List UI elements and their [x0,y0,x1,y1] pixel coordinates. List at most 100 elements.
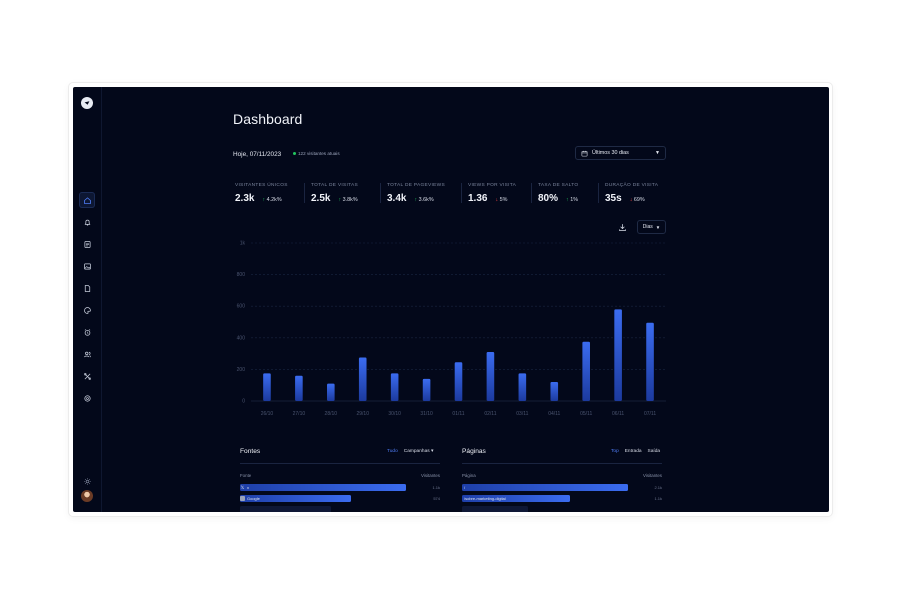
page-value: 2.1k [654,485,662,490]
list-item[interactable]: 𝕏 x 1.1k [240,484,440,491]
logo-icon[interactable] [81,97,93,109]
granularity-select[interactable]: Dias ▼ [637,220,666,234]
stat-card: DURAÇÃO DE VISITA 35s ↓ 69% [605,183,658,207]
sidebar-item-files[interactable] [79,280,95,296]
tab-campanhas[interactable]: Campanhas ▾ [404,449,434,454]
pages-panel: Páginas Top Entrada Saída Página Visitan… [462,445,662,512]
stat-value: 1.36 [468,193,488,204]
x-tick-label: 07/11 [644,411,656,417]
source-label: x [247,485,249,490]
stat-value: 35s [605,193,622,204]
arrow-down-icon: ↓ [629,197,633,203]
chart-bar[interactable] [295,375,303,401]
stat-divider [380,183,381,203]
page-value: 1.1k [654,496,662,501]
stat-value: 2.3k [235,193,255,204]
y-tick-label: 800 [237,272,246,278]
tab-saida[interactable]: Saída [648,449,661,454]
stat-change: ↓ 5% [495,197,507,203]
pages-title: Páginas [462,448,486,455]
chart-bar[interactable] [550,382,559,401]
users-icon [83,351,91,357]
download-icon [618,223,626,231]
list-item[interactable]: /sobre-marketing-digital 1.1k [462,495,662,502]
palette-icon [83,306,91,314]
live-visitors: 122 visitantes atuais [293,151,340,156]
sources-title: Fontes [240,448,261,455]
sidebar-item-users[interactable] [79,346,95,362]
stat-change: ↑ 4.2k% [262,197,281,203]
sun-icon [83,477,91,485]
arrow-up-icon: ↑ [262,197,266,203]
alarm-icon [84,328,90,336]
chart-bar[interactable] [263,373,271,401]
list-item[interactable]: / 2.1k [462,484,662,491]
list-item[interactable]: Google 574 [240,495,440,502]
x-tick-label: 03/11 [516,411,528,417]
app-window: Dashboard Hoje, 07/11/2023 122 visitante… [73,87,829,512]
stat-change-value: 69% [633,197,645,203]
stat-card: TOTAL DE PAGEVIEWS 3.4k ↑ 3.6k% [387,183,445,207]
y-tick-label: 400 [237,335,246,341]
stat-change-value: 5% [499,197,508,203]
chart-bar[interactable] [358,357,367,401]
date-range-select[interactable]: Últimos 30 dias ▼ [575,146,666,160]
tab-tudo[interactable]: Tudo [387,449,398,454]
x-tick-label: 04/11 [548,411,560,417]
x-tick-label: 05/11 [580,411,592,417]
chart-bar[interactable] [327,383,335,401]
live-visitors-text: 122 visitantes atuais [298,151,340,156]
chart-bar[interactable] [486,352,495,401]
x-tick-label: 06/11 [612,411,624,417]
divider [240,463,440,464]
sidebar-item-alarms[interactable] [79,324,95,340]
current-date: Hoje, 07/11/2023 [233,151,282,158]
sidebar-item-reports[interactable] [79,236,95,252]
tab-top[interactable]: Top [611,449,619,454]
stat-change: ↓ 69% [630,197,645,203]
chart-bar[interactable] [518,373,527,401]
x-tick-label: 30/10 [388,411,401,417]
page-label: /sobre-marketing-digital [464,496,506,501]
stat-label: TAXA DE SALTO [538,183,579,188]
theme-toggle[interactable] [79,473,95,489]
sidebar-item-tools[interactable] [79,368,95,384]
stat-divider [598,183,599,203]
sidebar-item-media[interactable] [79,258,95,274]
x-tick-label: 01/11 [452,411,464,417]
calendar-icon [581,150,588,156]
file-icon [84,284,90,292]
sources-tabs: Tudo Campanhas ▾ [387,449,433,454]
list-item[interactable] [240,506,440,512]
sidebar-item-notifications[interactable] [79,214,95,230]
chart-bar[interactable] [582,341,590,401]
sources-col-visitors: Visitantes [421,473,440,478]
tab-entrada[interactable]: Entrada [625,449,642,454]
sidebar-item-settings[interactable] [79,390,95,406]
avatar[interactable] [81,490,93,502]
stat-change: ↑ 1% [566,197,578,203]
stat-value: 80% [538,193,559,204]
live-dot-icon [293,152,296,155]
chart-bar[interactable] [422,378,431,401]
divider [462,463,662,464]
list-item[interactable] [462,506,662,512]
stat-divider [531,183,532,203]
download-button[interactable] [615,220,629,234]
chart-bar[interactable] [646,322,654,401]
stat-card: TAXA DE SALTO 80% ↑ 1% [538,183,578,207]
arrow-up-icon: ↑ [566,197,569,203]
x-tick-label: 27/10 [293,411,306,417]
sidebar-item-home[interactable] [79,192,95,208]
page-title: Dashboard [233,111,303,127]
chart-bar[interactable] [390,373,399,401]
chart-bar[interactable] [454,362,463,401]
stat-divider [461,183,462,203]
arrow-up-icon: ↑ [338,197,342,203]
chart-bar[interactable] [614,309,622,401]
chevron-down-icon: ▼ [655,224,661,230]
source-value: 1.1k [432,485,440,490]
stat-label: VIEWS POR VISITA [468,183,517,188]
sidebar-item-appearance[interactable] [79,302,95,318]
stat-card: VISITANTES ÚNICOS 2.3k ↑ 4.2k% [235,183,288,207]
